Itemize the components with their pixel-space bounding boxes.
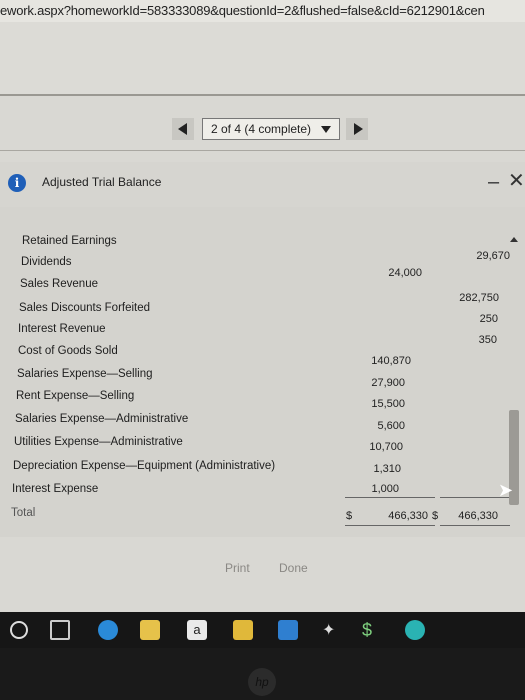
debit-cell: 15,500 [371,398,405,410]
debit-cell: 140,870 [371,355,411,367]
table-row-label: Cost of Goods Sold [18,345,118,357]
debit-cell: 24,000 [388,267,422,279]
dollar-icon[interactable]: $ [362,620,382,640]
debit-cell: 1,310 [373,463,401,475]
dropbox-icon[interactable]: ✦ [322,620,342,640]
address-bar[interactable]: ework.aspx?homeworkId=583333089&question… [0,0,525,23]
total-debit: 466,330 [388,510,428,522]
mail-icon[interactable] [278,620,298,640]
table-row-label: Depreciation Expense—Equipment (Administ… [13,460,276,472]
info-icon: i [8,174,26,192]
mouse-cursor-icon: ➤ [498,480,514,500]
scroll-up-icon[interactable] [510,237,518,242]
taskbar: a ✦ $ [0,612,525,648]
total-credit: 466,330 [458,510,498,522]
file-explorer-icon[interactable] [140,620,160,640]
close-icon[interactable]: ✕ [508,171,525,191]
credit-cell: 282,750 [459,292,499,304]
question-pager: 2 of 4 (4 complete) [172,118,372,140]
divider [0,150,525,151]
table-row-label: Salaries Expense—Administrative [15,413,189,425]
debit-cell: 1,000 [371,483,399,495]
question-select-label: 2 of 4 (4 complete) [211,122,312,136]
debit-cell: 27,900 [371,377,405,389]
panel-header: i Adjusted Trial Balance – ✕ [0,162,525,208]
table-row-label: Sales Discounts Forfeited [19,302,151,314]
minimize-icon[interactable]: – [488,172,499,192]
table-row-label: Interest Expense [12,483,99,495]
done-button[interactable]: Done [273,560,314,576]
table-row-label: Sales Revenue [20,278,98,290]
total-label: Total [11,507,36,519]
screen: ework.aspx?homeworkId=583333089&question… [0,0,525,612]
app-icon[interactable] [405,620,425,640]
table-row-label: Utilities Expense—Administrative [14,436,183,448]
print-button[interactable]: Print [219,560,256,576]
credit-double-rule [440,525,510,526]
credit-cell: 29,670 [476,250,510,262]
debit-cell: 5,600 [377,420,405,432]
debit-total-rule [345,497,435,498]
debit-double-rule [345,525,435,526]
page-header-band [0,22,525,96]
amazon-icon[interactable]: a [187,620,207,640]
table-row-label: Rent Expense—Selling [16,390,135,402]
hp-logo-icon: hp [248,668,276,696]
chevron-down-icon [321,126,331,133]
total-debit-symbol: $ [346,510,353,522]
table-row-label: Salaries Expense—Selling [17,368,153,380]
next-question-button[interactable] [346,118,368,140]
edge-icon[interactable] [98,620,118,640]
credit-cell: 350 [478,334,497,346]
table-row-label: Retained Earnings [22,235,117,247]
question-select[interactable]: 2 of 4 (4 complete) [202,118,340,140]
debit-cell: 10,700 [369,441,403,453]
task-view-icon[interactable] [50,620,70,640]
previous-question-button[interactable] [172,118,194,140]
url-text[interactable]: ework.aspx?homeworkId=583333089&question… [0,3,485,18]
credit-cell: 250 [479,313,498,325]
trial-balance-table: Retained Earnings 29,670 Dividends 24,00… [0,207,525,537]
table-row-label: Interest Revenue [18,323,106,335]
start-icon[interactable] [10,621,28,639]
panel-title: Adjusted Trial Balance [42,175,162,189]
table-row-label: Dividends [21,256,72,268]
store-icon[interactable] [233,620,253,640]
